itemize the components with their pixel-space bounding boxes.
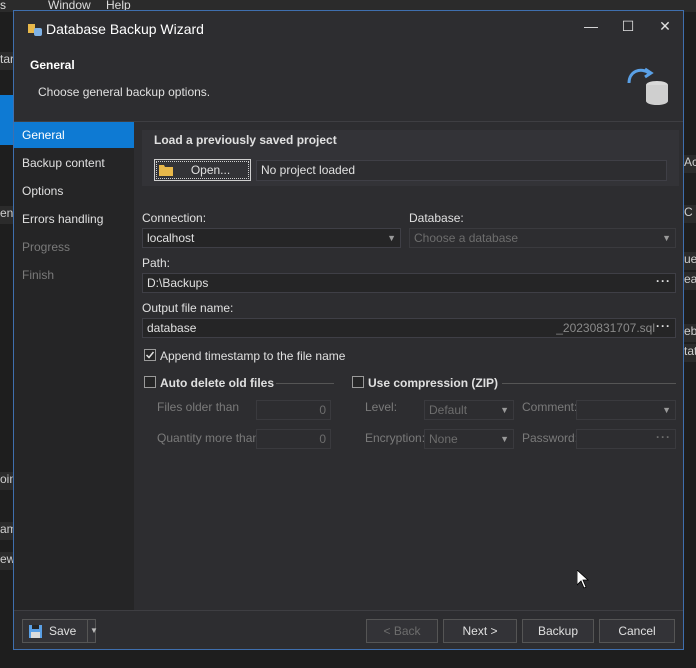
backup-database-icon	[627, 67, 668, 105]
save-label: Save	[49, 624, 77, 638]
database-placeholder: Choose a database	[414, 231, 519, 245]
sidebar-item-finish: Finish	[22, 268, 55, 282]
save-split-button[interactable]: Save ▼	[22, 619, 98, 643]
chevron-down-icon[interactable]: ▼	[90, 620, 98, 642]
connection-select[interactable]: localhost ▼	[142, 228, 401, 248]
sidebar-item-general[interactable]: General	[14, 122, 134, 148]
level-select[interactable]: Default ▼	[424, 400, 514, 420]
divider	[87, 620, 88, 642]
database-label: Database:	[409, 211, 464, 225]
database-select[interactable]: Choose a database ▼	[409, 228, 676, 248]
back-button: < Back	[366, 619, 438, 643]
backup-button[interactable]: Backup	[522, 619, 594, 643]
connection-value: localhost	[147, 231, 195, 245]
bg-app-logo	[0, 95, 13, 145]
bg-fragment: ue	[684, 252, 696, 270]
bg-fragment: en	[0, 206, 13, 224]
bg-fragment: ew	[0, 552, 13, 570]
use-compression-label[interactable]: Use compression (ZIP)	[368, 376, 498, 390]
level-value: Default	[429, 403, 468, 417]
mouse-cursor-icon	[577, 570, 589, 589]
sidebar-item-options[interactable]: Options	[14, 178, 134, 204]
use-compression-checkbox[interactable]	[352, 376, 364, 388]
bg-fragment: eb	[684, 324, 696, 342]
sidebar-item-errors-handling[interactable]: Errors handling	[14, 206, 134, 232]
open-label: Open...	[190, 163, 231, 177]
quantity-more-input[interactable]: 0	[256, 429, 331, 449]
wizard-content: Load a previously saved project Open... …	[134, 122, 683, 610]
open-project-button[interactable]: Open...	[154, 159, 251, 181]
chevron-down-icon: ▼	[500, 405, 509, 415]
minimize-button[interactable]: —	[576, 15, 606, 37]
auto-delete-label[interactable]: Auto delete old files	[160, 376, 274, 390]
output-label: Output file name:	[142, 301, 234, 315]
comment-label: Comment:	[522, 400, 578, 414]
chevron-down-icon: ▼	[662, 233, 671, 243]
bg-menu-item[interactable]: s	[0, 0, 6, 12]
checkmark-icon	[145, 351, 155, 359]
password-input[interactable]: ···	[576, 429, 676, 449]
append-timestamp-checkbox[interactable]	[144, 349, 156, 361]
bg-fragment: eat	[684, 272, 696, 290]
project-status-field: No project loaded	[256, 160, 667, 181]
output-value: database	[147, 321, 197, 335]
close-button[interactable]: ✕	[650, 15, 680, 37]
path-value: D:\Backups	[147, 276, 209, 290]
title-bar[interactable]: Database Backup Wizard — ☐ ✕	[14, 11, 683, 45]
divider	[502, 383, 676, 384]
sidebar-item-backup-content[interactable]: Backup content	[14, 150, 134, 176]
browse-password-button[interactable]: ···	[656, 430, 671, 446]
encryption-select[interactable]: None ▼	[424, 429, 514, 449]
next-button[interactable]: Next >	[443, 619, 517, 643]
path-input[interactable]: D:\Backups ···	[142, 273, 676, 293]
auto-delete-checkbox[interactable]	[144, 376, 156, 388]
quantity-more-label: Quantity more than	[157, 431, 260, 445]
output-filename-input[interactable]: database _20230831707.sql ···	[142, 318, 676, 338]
save-icon	[29, 625, 42, 638]
append-timestamp-label[interactable]: Append timestamp to the file name	[160, 349, 345, 363]
connection-label: Connection:	[142, 211, 207, 225]
wizard-sidebar: General Backup content Options Errors ha…	[14, 122, 134, 610]
chevron-down-icon: ▼	[500, 434, 509, 444]
database-backup-icon	[28, 24, 42, 36]
browse-path-button[interactable]: ···	[656, 274, 671, 290]
dialog-title: Database Backup Wizard	[46, 21, 204, 37]
chevron-down-icon: ▼	[662, 405, 671, 415]
wizard-header: General Choose general backup options.	[14, 45, 683, 121]
footer-separator	[14, 610, 683, 611]
browse-output-button[interactable]: ···	[656, 319, 671, 335]
backup-wizard-dialog: Database Backup Wizard — ☐ ✕ General Cho…	[13, 10, 684, 650]
encryption-label: Encryption:	[365, 431, 426, 445]
encryption-value: None	[429, 432, 458, 446]
divider	[276, 383, 334, 384]
chevron-down-icon: ▼	[387, 233, 396, 243]
page-title: General	[30, 58, 75, 72]
bg-fragment: ame	[0, 522, 13, 540]
maximize-button[interactable]: ☐	[613, 15, 643, 37]
bg-fragment: Ac	[684, 155, 696, 173]
path-label: Path:	[142, 256, 171, 270]
bg-fragment: C	[684, 205, 696, 223]
files-older-input[interactable]: 0	[256, 400, 331, 420]
bg-fragment: tat	[684, 344, 696, 362]
bg-fragment: tar	[0, 52, 13, 70]
level-label: Level:	[365, 400, 398, 414]
bg-fragment: oin	[0, 472, 13, 490]
sidebar-item-progress: Progress	[22, 240, 71, 254]
folder-icon	[159, 165, 173, 176]
page-description: Choose general backup options.	[38, 85, 211, 99]
output-suffix: _20230831707.sql	[556, 321, 655, 335]
comment-select[interactable]: ▼	[576, 400, 676, 420]
cancel-button[interactable]: Cancel	[599, 619, 675, 643]
load-project-heading: Load a previously saved project	[154, 133, 337, 147]
password-label: Password:	[522, 431, 579, 445]
files-older-label: Files older than	[157, 400, 240, 414]
